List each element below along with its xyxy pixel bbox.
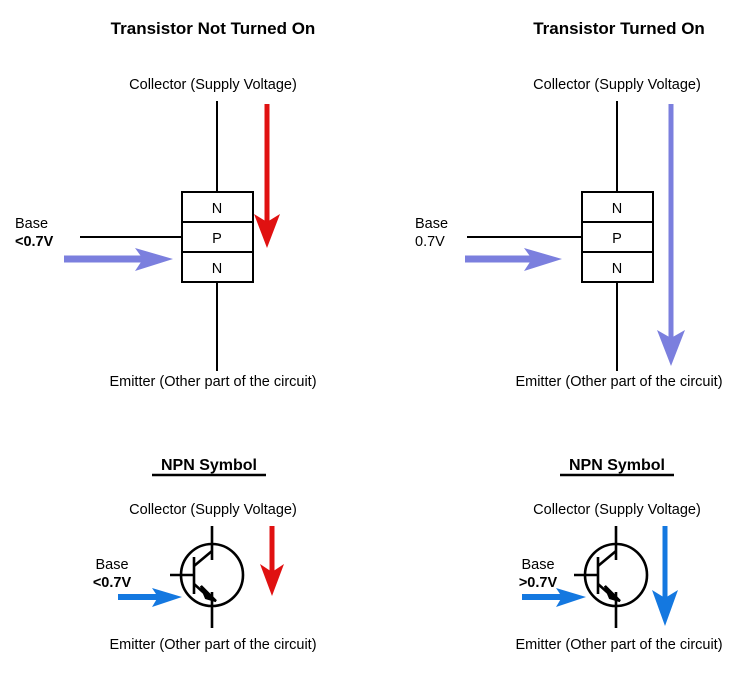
panel-top-left: Transistor Not Turned On Collector (Supp… xyxy=(15,19,317,390)
bottom-right-collector-label: Collector (Supply Voltage) xyxy=(533,502,701,518)
top-left-band-p: P xyxy=(212,231,222,247)
top-right-band-p: P xyxy=(612,231,622,247)
bottom-right-collector-current-arrow xyxy=(652,526,678,626)
bottom-left-collector-current-arrow xyxy=(260,526,284,596)
diagram-canvas: Transistor Not Turned On Collector (Supp… xyxy=(0,0,742,673)
top-left-emitter-label: Emitter (Other part of the circuit) xyxy=(109,374,316,390)
top-left-band-n-upper: N xyxy=(212,201,222,217)
bottom-left-base-voltage: <0.7V xyxy=(93,575,132,591)
top-right-base-voltage: 0.7V xyxy=(415,234,445,250)
top-right-collector-label: Collector (Supply Voltage) xyxy=(533,77,701,93)
bottom-left-base-label: Base xyxy=(95,557,128,573)
top-right-base-current-arrow xyxy=(465,248,562,271)
panel-bottom-left: NPN Symbol Collector (Supply Voltage) Ba… xyxy=(93,457,317,653)
top-left-base-current-arrow xyxy=(64,248,173,271)
bottom-left-title: NPN Symbol xyxy=(161,457,257,474)
bottom-left-emitter-arrowhead xyxy=(199,585,217,603)
top-left-base-label: Base xyxy=(15,216,48,232)
panel-top-right: Transistor Turned On Collector (Supply V… xyxy=(415,19,723,390)
bottom-right-base-label: Base xyxy=(521,557,554,573)
top-left-base-voltage: <0.7V xyxy=(15,234,54,250)
top-left-title: Transistor Not Turned On xyxy=(111,19,316,38)
bottom-left-emitter-label: Emitter (Other part of the circuit) xyxy=(109,637,316,653)
npn-transistor-diagram: Transistor Not Turned On Collector (Supp… xyxy=(15,19,723,653)
top-left-band-n-lower: N xyxy=(212,261,222,277)
bottom-right-title: NPN Symbol xyxy=(569,457,665,474)
top-left-collector-label: Collector (Supply Voltage) xyxy=(129,77,297,93)
bottom-right-emitter-arrowhead xyxy=(603,585,621,603)
top-right-band-n-lower: N xyxy=(612,261,622,277)
bottom-right-collector-slant xyxy=(597,550,617,567)
top-right-title: Transistor Turned On xyxy=(533,19,705,38)
panel-bottom-right: NPN Symbol Collector (Supply Voltage) Ba… xyxy=(515,457,722,653)
bottom-right-base-voltage: >0.7V xyxy=(519,575,558,591)
bottom-left-collector-label: Collector (Supply Voltage) xyxy=(129,502,297,518)
top-right-collector-current-arrow xyxy=(657,104,685,366)
top-right-emitter-label: Emitter (Other part of the circuit) xyxy=(515,374,722,390)
bottom-left-collector-slant xyxy=(193,550,213,567)
top-right-base-label: Base xyxy=(415,216,448,232)
top-left-collector-current-arrow xyxy=(254,104,280,248)
bottom-right-emitter-label: Emitter (Other part of the circuit) xyxy=(515,637,722,653)
top-right-band-n-upper: N xyxy=(612,201,622,217)
